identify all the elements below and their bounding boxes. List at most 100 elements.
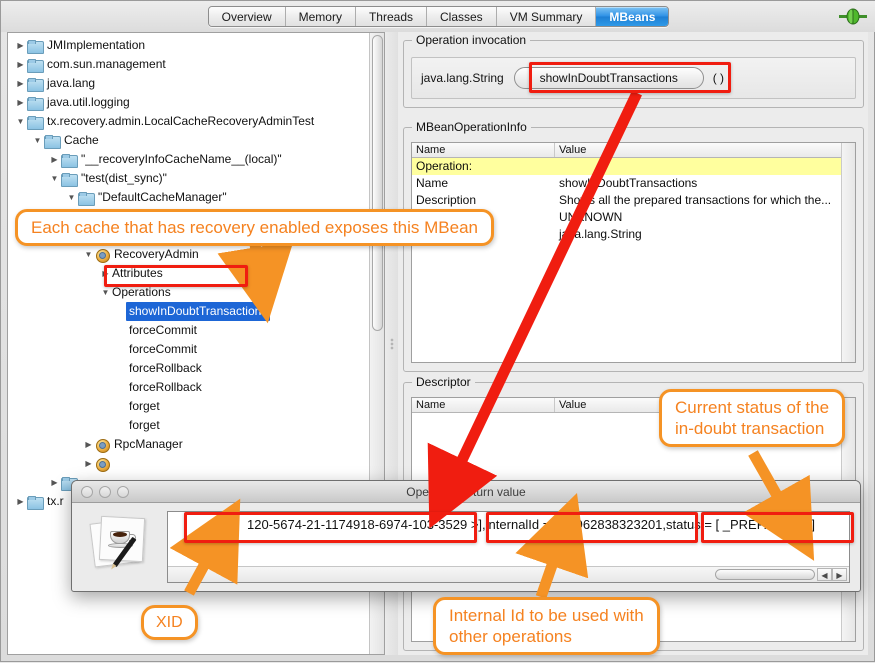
chevron-right-icon[interactable]: ▶ — [14, 55, 27, 74]
table-row[interactable]: ReturnTypejava.lang.String — [412, 226, 855, 243]
chevron-right-icon[interactable]: ▶ — [82, 435, 95, 454]
folder-icon — [27, 97, 42, 109]
table-row[interactable]: Operation: — [412, 158, 855, 175]
cell-value: UNKNOWN — [555, 209, 855, 226]
tree-item[interactable]: ▶java.lang — [8, 74, 369, 93]
chevron-down-icon[interactable]: ▼ — [65, 188, 78, 207]
cell-name: ReturnType — [412, 226, 555, 243]
return-value-hscrollbar[interactable]: ◀ ▶ — [168, 566, 849, 582]
invoke-operation-button[interactable]: showInDoubtTransactions — [514, 67, 704, 89]
tree-item[interactable]: ▶JMImplementation — [8, 36, 369, 55]
tab-bar: Overview Memory Threads Classes VM Summa… — [1, 1, 875, 32]
tree-item[interactable]: ▼"DefaultCacheManager" — [8, 188, 369, 207]
chevron-down-icon[interactable]: ▼ — [99, 283, 112, 302]
chevron-down-icon[interactable]: ▼ — [82, 245, 95, 264]
tree-item-label: forceCommit — [129, 340, 197, 359]
dialog-titlebar[interactable]: Operation return value — [72, 481, 860, 503]
tree-item-label: forceRollback — [129, 378, 202, 397]
tree-item[interactable]: ▼ Cache — [8, 131, 369, 150]
tree-item[interactable]: showInDoubtTransactions — [8, 302, 369, 321]
tree-item[interactable]: ▶java.util.logging — [8, 93, 369, 112]
folder-icon — [61, 173, 76, 185]
tree-item-label: "test(dist_sync)" — [81, 169, 167, 188]
folder-icon — [27, 40, 42, 52]
tab-classes[interactable]: Classes — [427, 7, 497, 26]
tree-item-label: tx.r — [47, 492, 64, 511]
table-row[interactable]: DescriptionShows all the prepared transa… — [412, 192, 855, 209]
tree-item-label: showInDoubtTransactions — [126, 302, 270, 321]
column-header-name[interactable]: Name — [412, 143, 555, 157]
chevron-right-icon[interactable]: ▶ — [14, 492, 27, 511]
column-header-value[interactable]: Value — [555, 398, 855, 412]
network-plug-icon — [838, 8, 868, 25]
tree-item[interactable]: ▼tx.recovery.admin.LocalCacheRecoveryAdm… — [8, 112, 369, 131]
table-row[interactable]: ImpactUNKNOWN — [412, 209, 855, 226]
cell-name: Name — [412, 175, 555, 192]
cell-name: Description — [412, 192, 555, 209]
tree-item[interactable]: ▼ "test(dist_sync)" — [8, 169, 369, 188]
tree-item[interactable]: forceRollback — [8, 359, 369, 378]
tab-threads[interactable]: Threads — [356, 7, 427, 26]
tree-item[interactable]: ▶RpcManager — [8, 435, 369, 454]
chevron-right-icon[interactable]: ▶ — [82, 226, 95, 245]
column-header-name[interactable]: Name — [412, 398, 555, 412]
operation-return-type: java.lang.String — [421, 71, 504, 85]
folder-icon — [27, 496, 42, 508]
operation-return-value-dialog[interactable]: Operation return value 120-5674-21-1 — [71, 480, 861, 592]
tree-item[interactable]: ▶ — [8, 454, 369, 473]
tree-item[interactable]: ▶DistributionManager — [8, 207, 369, 226]
tree-item[interactable]: forget — [8, 397, 369, 416]
tab-overview[interactable]: Overview — [209, 7, 286, 26]
tree-item[interactable]: forceCommit — [8, 321, 369, 340]
folder-icon — [27, 59, 42, 71]
tree-item[interactable]: forceCommit — [8, 340, 369, 359]
column-header-value[interactable]: Value — [555, 143, 855, 157]
cell-value: java.lang.String — [555, 226, 855, 243]
table-row[interactable]: NameshowInDoubtTransactions — [412, 175, 855, 192]
scroll-right-icon[interactable]: ▶ — [832, 568, 847, 581]
tree-item[interactable]: forget — [8, 416, 369, 435]
return-value-textfield[interactable]: 120-5674-21-1174918-6974-103-3529 >] , i… — [167, 511, 850, 583]
table-header: Name Value — [412, 398, 855, 413]
tree-item-label: Cache — [64, 131, 99, 150]
tab-memory[interactable]: Memory — [286, 7, 356, 26]
tree-item-label: forceRollback — [129, 359, 202, 378]
hscroll-thumb[interactable] — [715, 569, 815, 580]
return-value-segment-highlighted: internalId = 562962838323201, — [486, 515, 666, 535]
tree-scroll-thumb[interactable] — [372, 35, 383, 331]
cell-value: showInDoubtTransactions — [555, 175, 855, 192]
operation-invocation-group: Operation invocation java.lang.String sh… — [403, 40, 864, 108]
tree-item[interactable]: ▶Attributes — [8, 264, 369, 283]
tree-item-label: Attributes — [112, 264, 163, 283]
chevron-right-icon[interactable]: ▶ — [48, 473, 61, 492]
chevron-right-icon[interactable]: ▶ — [82, 454, 95, 473]
chevron-down-icon[interactable]: ▼ — [48, 169, 61, 188]
mbean-icon — [95, 248, 109, 262]
tree-item[interactable]: ▶"__recoveryInfoCacheName__(local)" — [8, 150, 369, 169]
tree-item[interactable]: ▶ LockManager — [8, 226, 369, 245]
opinfo-vertical-scrollbar[interactable] — [841, 143, 855, 362]
chevron-right-icon[interactable]: ▶ — [14, 93, 27, 112]
folder-icon — [61, 154, 76, 166]
chevron-right-icon[interactable]: ▶ — [99, 264, 112, 283]
chevron-down-icon[interactable]: ▼ — [31, 131, 44, 150]
cell-name: Operation: — [412, 158, 555, 175]
tree-item[interactable]: ▼Operations — [8, 283, 369, 302]
chevron-right-icon[interactable]: ▶ — [82, 207, 95, 226]
tree-item-label: LockManager — [114, 226, 187, 245]
descriptor-legend: Descriptor — [412, 375, 475, 389]
tree-item-label: Operations — [112, 283, 171, 302]
mbean-operation-info-legend: MBeanOperationInfo — [412, 120, 531, 134]
scroll-left-icon[interactable]: ◀ — [817, 568, 832, 581]
tree-item[interactable]: forceRollback — [8, 378, 369, 397]
mbean-icon — [95, 457, 109, 471]
chevron-right-icon[interactable]: ▶ — [48, 150, 61, 169]
chevron-right-icon[interactable]: ▶ — [14, 36, 27, 55]
tree-item[interactable]: ▶com.sun.management — [8, 55, 369, 74]
tab-mbeans[interactable]: MBeans — [596, 7, 668, 26]
chevron-right-icon[interactable]: ▶ — [14, 74, 27, 93]
tab-vm-summary[interactable]: VM Summary — [497, 7, 597, 26]
tree-item[interactable]: ▼RecoveryAdmin — [8, 245, 369, 264]
chevron-down-icon[interactable]: ▼ — [14, 112, 27, 131]
mbean-operation-info-table[interactable]: Name Value Operation:NameshowInDoubtTran… — [411, 142, 856, 363]
